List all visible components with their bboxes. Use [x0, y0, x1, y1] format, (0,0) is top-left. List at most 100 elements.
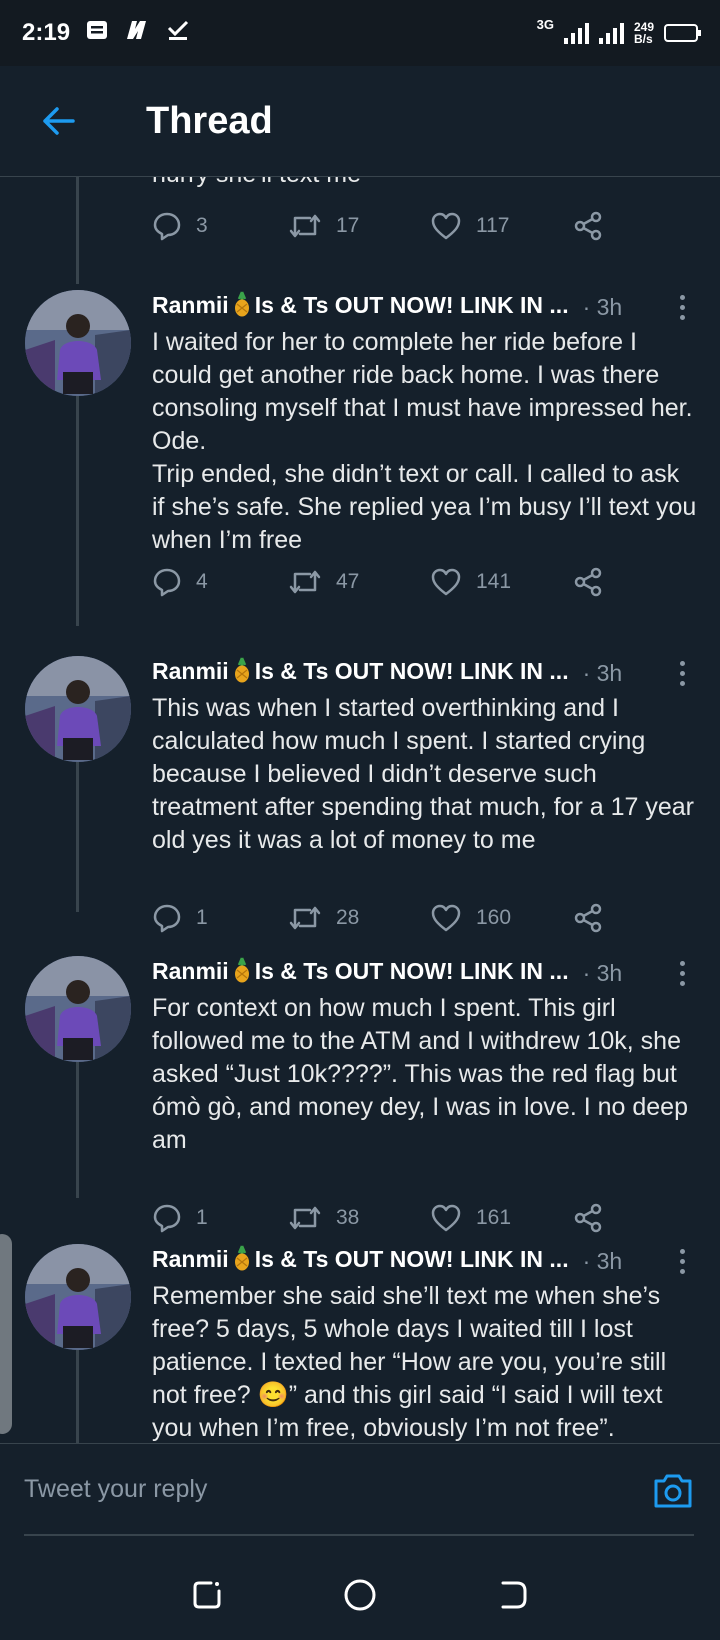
reply-button[interactable]: 1: [152, 903, 288, 933]
arrow-left-icon: [43, 107, 75, 135]
checkmark-icon: [166, 19, 190, 48]
avatar[interactable]: [25, 656, 131, 762]
netflix-icon: [124, 19, 150, 48]
author-suffix: Is & Ts OUT NOW! LINK IN ...: [254, 292, 569, 319]
avatar[interactable]: [25, 290, 131, 396]
tweet-actions: 3 17 117: [152, 206, 622, 246]
reply-button[interactable]: 4: [152, 567, 288, 597]
retweet-count: 28: [336, 906, 360, 929]
camera-button[interactable]: [652, 1472, 694, 1515]
retweet-count: 47: [336, 570, 360, 593]
tweet-text: For context on how much I spent. This gi…: [152, 994, 695, 1154]
thread-line: [76, 390, 79, 626]
tweet-actions: 1 28 160: [152, 898, 622, 938]
back-nav-button[interactable]: [497, 1579, 529, 1616]
like-button[interactable]: 141: [430, 567, 573, 597]
author-first: Ranmii: [152, 1246, 229, 1273]
status-bar: 2:19 3G 249 B/s: [0, 0, 720, 66]
retweet-button[interactable]: 38: [288, 1203, 430, 1233]
clipped-tweet-text: hurry she'll text me: [152, 176, 361, 189]
author-name[interactable]: Ranmii Is & Ts OUT NOW! LINK IN ...: [152, 291, 569, 323]
more-options-icon[interactable]: [672, 657, 692, 690]
notes-icon: [86, 19, 108, 47]
tweet-text: This was when I started overthinking and…: [152, 694, 701, 854]
author-first: Ranmii: [152, 958, 229, 985]
recent-apps-icon: [193, 1581, 221, 1609]
tweet-time: · 3h: [582, 1247, 623, 1274]
share-icon: [574, 903, 602, 933]
reply-count: 1: [196, 906, 208, 929]
like-count: 141: [476, 570, 512, 593]
retweet-icon: [289, 1206, 321, 1230]
signal-icon-2: [598, 22, 624, 44]
heart-icon: [431, 212, 461, 240]
share-icon: [574, 1203, 602, 1233]
author-first: Ranmii: [152, 292, 229, 319]
recent-apps-button[interactable]: [191, 1579, 223, 1616]
tweet-time: · 3h: [582, 293, 623, 320]
avatar[interactable]: [25, 1244, 131, 1350]
signal-icon: [563, 22, 589, 44]
reply-input[interactable]: Tweet your reply: [24, 1444, 694, 1536]
reply-icon: [153, 212, 181, 241]
author-suffix: Is & Ts OUT NOW! LINK IN ...: [254, 658, 569, 685]
heart-icon: [431, 1204, 461, 1232]
retweet-button[interactable]: 28: [288, 903, 430, 933]
share-button[interactable]: [573, 211, 603, 241]
reply-icon: [153, 904, 181, 933]
reply-count: 3: [196, 214, 208, 237]
camera-icon: [654, 1474, 692, 1508]
reply-count: 1: [196, 1206, 208, 1229]
more-options-icon[interactable]: [672, 957, 692, 990]
tweet-text: I waited for her to complete her ride be…: [152, 328, 697, 554]
reply-button[interactable]: 1: [152, 1203, 288, 1233]
more-options-icon[interactable]: [672, 291, 692, 324]
author-suffix: Is & Ts OUT NOW! LINK IN ...: [254, 1246, 569, 1273]
thread-feed[interactable]: hurry she'll text me 3 17 117: [0, 176, 720, 1443]
battery-icon: [664, 24, 701, 42]
status-left: 2:19: [22, 19, 190, 48]
home-button[interactable]: [343, 1578, 377, 1617]
share-icon: [574, 567, 602, 597]
retweet-count: 17: [336, 214, 360, 237]
like-button[interactable]: 161: [430, 1203, 573, 1233]
retweet-button[interactable]: 47: [288, 567, 430, 597]
thread-line: [76, 176, 79, 284]
share-button[interactable]: [573, 903, 603, 933]
like-button[interactable]: 117: [430, 211, 573, 241]
like-button[interactable]: 160: [430, 903, 573, 933]
pineapple-icon: [233, 957, 251, 989]
system-nav-bar: [0, 1555, 720, 1640]
retweet-button[interactable]: 17: [288, 211, 430, 241]
edge-panel-handle[interactable]: [0, 1234, 12, 1434]
author-name[interactable]: Ranmii Is & Ts OUT NOW! LINK IN ...: [152, 657, 569, 689]
tweet-time: · 3h: [582, 959, 623, 986]
pineapple-icon: [233, 291, 251, 323]
pineapple-icon: [233, 1245, 251, 1277]
avatar[interactable]: [25, 956, 131, 1062]
share-button[interactable]: [573, 567, 603, 597]
speed-unit: B/s: [633, 32, 653, 46]
back-button[interactable]: [30, 93, 86, 149]
share-button[interactable]: [573, 1203, 603, 1233]
home-icon: [344, 1579, 376, 1611]
like-count: 117: [476, 214, 510, 237]
tweet-header: Ranmii Is & Ts OUT NOW! LINK IN ... · 3h: [152, 956, 692, 990]
reply-count: 4: [196, 570, 208, 593]
author-name[interactable]: Ranmii Is & Ts OUT NOW! LINK IN ...: [152, 957, 569, 989]
like-count: 160: [476, 906, 512, 929]
more-options-icon[interactable]: [672, 1245, 692, 1278]
reply-placeholder: Tweet your reply: [24, 1474, 208, 1503]
tweet-header: Ranmii Is & Ts OUT NOW! LINK IN ... · 3h: [152, 290, 692, 324]
pineapple-icon: [233, 657, 251, 689]
tweet-header: Ranmii Is & Ts OUT NOW! LINK IN ... · 3h: [152, 1244, 692, 1278]
author-name[interactable]: Ranmii Is & Ts OUT NOW! LINK IN ...: [152, 1245, 569, 1277]
retweet-icon: [289, 214, 321, 238]
reply-bar: Tweet your reply: [0, 1443, 720, 1554]
tweet-actions: 4 47 141: [152, 562, 622, 602]
retweet-icon: [289, 906, 321, 930]
back-nav-icon: [501, 1581, 527, 1609]
reply-button[interactable]: 3: [152, 211, 288, 241]
tweet-actions: 1 38 161: [152, 1198, 622, 1238]
reply-icon: [153, 568, 181, 597]
